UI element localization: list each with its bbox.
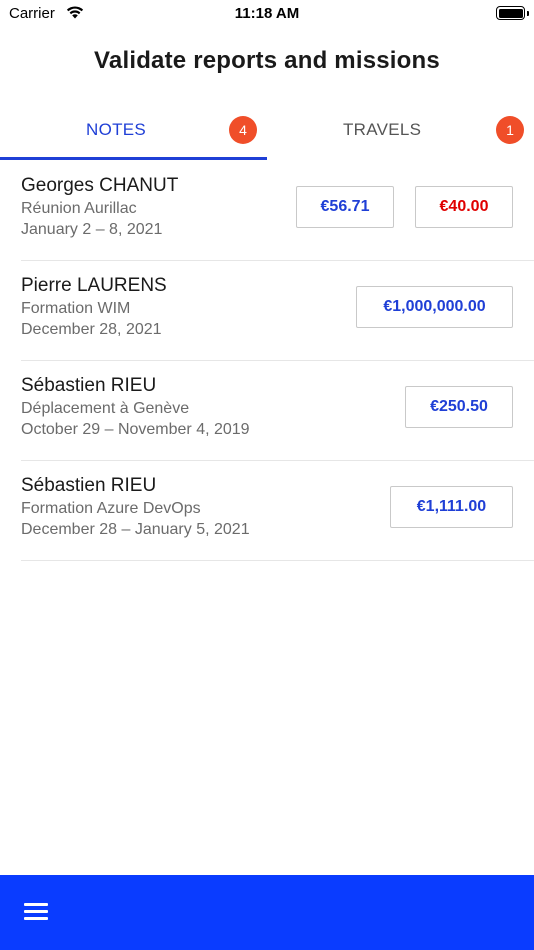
person-name: Georges CHANUT <box>21 175 179 196</box>
person-name: Sébastien RIEU <box>21 375 157 396</box>
report-row[interactable]: Pierre LAURENS Formation WIM December 28… <box>21 261 534 361</box>
mission-name: Formation Azure DevOps <box>21 500 201 517</box>
report-row[interactable]: Sébastien RIEU Déplacement à Genève Octo… <box>21 361 534 461</box>
tab-travels-label: TRAVELS <box>343 120 422 139</box>
bottom-bar <box>0 875 534 950</box>
travels-count-badge: 1 <box>496 116 524 144</box>
notes-count-badge: 4 <box>229 116 257 144</box>
battery-tip <box>527 11 529 16</box>
clock: 11:18 AM <box>234 5 300 22</box>
amount-button[interactable]: €1,000,000.00 <box>356 286 513 328</box>
active-tab-indicator <box>0 157 267 160</box>
report-list: Georges CHANUT Réunion Aurillac January … <box>21 161 534 561</box>
amount-button[interactable]: €1,111.00 <box>390 486 513 528</box>
mission-name: Réunion Aurillac <box>21 200 137 217</box>
report-row[interactable]: Georges CHANUT Réunion Aurillac January … <box>21 161 534 261</box>
tab-travels[interactable]: TRAVELS 1 <box>267 108 534 160</box>
mission-name: Déplacement à Genève <box>21 400 190 417</box>
battery-icon <box>496 6 525 20</box>
amount-button[interactable]: €56.71 <box>296 186 394 228</box>
hamburger-menu-icon[interactable] <box>24 903 48 921</box>
mission-dates: January 2 – 8, 2021 <box>21 221 163 238</box>
mission-name: Formation WIM <box>21 300 131 317</box>
mission-dates: October 29 – November 4, 2019 <box>21 421 250 438</box>
amount-button-negative[interactable]: €40.00 <box>415 186 513 228</box>
tab-notes[interactable]: NOTES 4 <box>0 108 267 160</box>
tab-bar: NOTES 4 TRAVELS 1 <box>0 108 534 160</box>
page-title: Validate reports and missions <box>94 47 440 74</box>
person-name: Pierre LAURENS <box>21 275 167 296</box>
mission-dates: December 28 – January 5, 2021 <box>21 521 250 538</box>
amount-button[interactable]: €250.50 <box>405 386 513 428</box>
person-name: Sébastien RIEU <box>21 475 157 496</box>
status-bar: Carrier 11:18 AM <box>0 0 534 30</box>
mission-dates: December 28, 2021 <box>21 321 162 338</box>
tab-notes-label: NOTES <box>86 120 147 139</box>
report-row[interactable]: Sébastien RIEU Formation Azure DevOps De… <box>21 461 534 561</box>
